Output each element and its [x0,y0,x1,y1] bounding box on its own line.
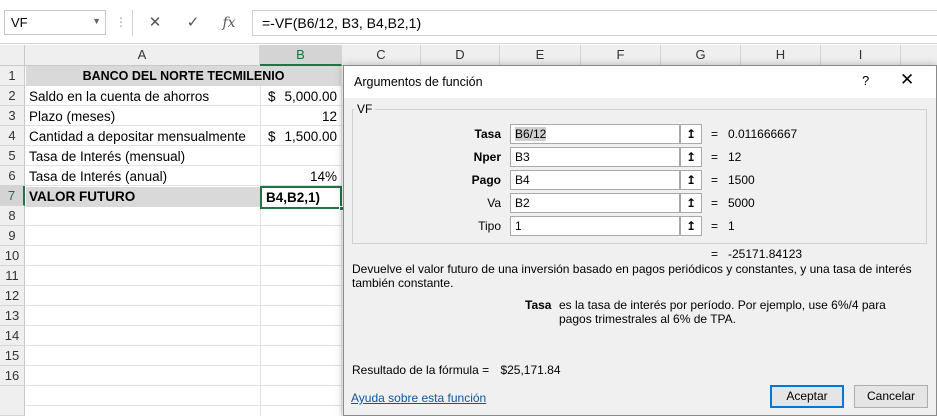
help-icon[interactable]: ? [862,73,869,88]
column-header-a[interactable]: A [25,45,260,66]
function-total-result: -25171.84123 [728,247,803,261]
active-cell-b7[interactable]: B4,B2,1) [260,186,344,211]
row-header-9[interactable]: 9 [0,226,25,246]
row-header-6[interactable]: 6 [0,166,25,186]
formula-bar: VF ▼ ⋮ ✕ ✓ fx =-VF(B6/12, B3, B4,B2,1) [0,0,937,44]
close-icon[interactable]: ✕ [900,70,914,90]
collapse-dialog-icon[interactable]: ↥ [680,147,702,167]
column-header-h[interactable]: H [741,45,821,66]
column-header-g[interactable]: G [661,45,741,66]
select-all-corner[interactable] [0,45,25,66]
arg-input-nper[interactable]: B3 [510,147,680,167]
cell-a3[interactable]: Plazo (meses) [29,107,259,127]
arg-input-tipo[interactable]: 1 [510,216,680,236]
row-header-15[interactable]: 15 [0,346,25,366]
ok-button[interactable]: Aceptar [770,385,844,408]
param-name: Tasa [525,298,552,312]
cell-a5[interactable]: Tasa de Interés (mensual) [29,147,259,167]
check-icon[interactable]: ✓ [180,11,206,35]
dialog-title: Argumentos de función [354,75,483,89]
row-header-7[interactable]: 7 [0,186,25,206]
formula-result: Resultado de la fórmula = $25,171.84 [352,363,561,377]
formula-input[interactable]: =-VF(B6/12, B3, B4,B2,1) [253,10,937,36]
row-header-17[interactable] [0,386,25,416]
row-header-5[interactable]: 5 [0,146,25,166]
row-header-13[interactable]: 13 [0,306,25,326]
equals-sign: = [711,127,719,141]
column-header-j[interactable] [901,45,937,66]
column-header-b[interactable]: B [260,45,342,66]
arg-input-tasa-value: B6/12 [515,127,547,141]
row-header-1[interactable]: 1 [0,66,25,86]
collapse-dialog-icon[interactable]: ↥ [680,193,702,213]
function-description: Devuelve el valor futuro de una inversió… [352,262,912,290]
cancel-button[interactable]: Cancelar [854,385,928,408]
collapse-dialog-icon[interactable]: ↥ [680,124,702,144]
arg-label-va: Va [487,196,501,210]
active-cell-text: B4,B2,1) [266,190,321,205]
cell-a6[interactable]: Tasa de Interés (anual) [29,167,259,187]
row-header-2[interactable]: 2 [0,86,25,106]
column-header-c[interactable]: C [342,45,421,66]
cell-b3[interactable]: 12 [261,107,341,127]
arg-label-pago: Pago [471,173,501,187]
equals-sign: = [711,219,719,233]
formula-result-label: Resultado de la fórmula = [352,363,490,377]
cell-a4[interactable]: Cantidad a depositar mensualmente [29,127,259,147]
collapse-dialog-icon[interactable]: ↥ [680,170,702,190]
arg-input-tasa[interactable]: B6/12 [510,124,680,144]
row-header-12[interactable]: 12 [0,286,25,306]
row-header-16[interactable]: 16 [0,366,25,386]
equals-sign: = [711,247,719,261]
divider [132,10,133,36]
arg-label-tasa: Tasa [474,127,501,141]
chevron-down-icon[interactable]: ▼ [92,16,101,26]
insert-function-icon[interactable]: fx [216,11,242,35]
arg-result-va: 5000 [728,196,755,210]
equals-sign: = [711,173,719,187]
row-header-10[interactable]: 10 [0,246,25,266]
param-description: es la tasa de interés por período. Por e… [559,298,886,326]
cancel-x-icon[interactable]: ✕ [142,11,168,35]
name-box-value: VF [11,15,28,30]
dialog-titlebar[interactable]: Argumentos de función ? ✕ [344,66,936,98]
arg-result-nper: 12 [728,150,742,164]
collapse-dialog-icon[interactable]: ↥ [680,216,702,236]
more-icon[interactable]: ⋮ [115,15,127,29]
column-header-d[interactable]: D [421,45,500,66]
arg-input-va[interactable]: B2 [510,193,680,213]
function-name-label: VF [354,102,376,116]
cell-b2[interactable]: 5,000.00 [280,87,341,107]
arg-result-tipo: 1 [728,219,735,233]
cell-a2[interactable]: Saldo en la cuenta de ahorros [29,87,259,107]
equals-sign: = [711,196,719,210]
arg-result-tasa: 0.011666667 [728,127,798,141]
formula-result-value: $25,171.84 [500,363,561,377]
cell-b6[interactable]: 14% [261,167,341,187]
row-header-8[interactable]: 8 [0,206,25,226]
cell-a1-title[interactable]: BANCO DEL NORTE TECMILENIO [26,66,341,86]
row-header-14[interactable]: 14 [0,326,25,346]
row-header-3[interactable]: 3 [0,106,25,126]
arg-input-pago[interactable]: B4 [510,170,680,190]
cell-b4[interactable]: 1,500.00 [280,127,341,147]
cell-a7[interactable]: VALOR FUTURO [26,187,260,207]
arg-label-nper: Nper [473,150,501,164]
arg-result-pago: 1500 [728,173,755,187]
row-header-11[interactable]: 11 [0,266,25,286]
column-header-e[interactable]: E [500,45,581,66]
column-header-i[interactable]: I [821,45,901,66]
equals-sign: = [711,150,719,164]
row-header-4[interactable]: 4 [0,126,25,146]
help-link[interactable]: Ayuda sobre esta función [351,391,486,405]
formula-text: =-VF(B6/12, B3, B4,B2,1) [262,15,422,31]
arg-label-tipo: Tipo [478,219,501,233]
excel-window: VF ▼ ⋮ ✕ ✓ fx =-VF(B6/12, B3, B4,B2,1) A… [0,0,937,416]
function-arguments-dialog: Argumentos de función ? ✕ VF Tasa B6/12 … [343,65,937,416]
column-header-f[interactable]: F [581,45,661,66]
name-box[interactable]: VF ▼ [4,10,106,35]
